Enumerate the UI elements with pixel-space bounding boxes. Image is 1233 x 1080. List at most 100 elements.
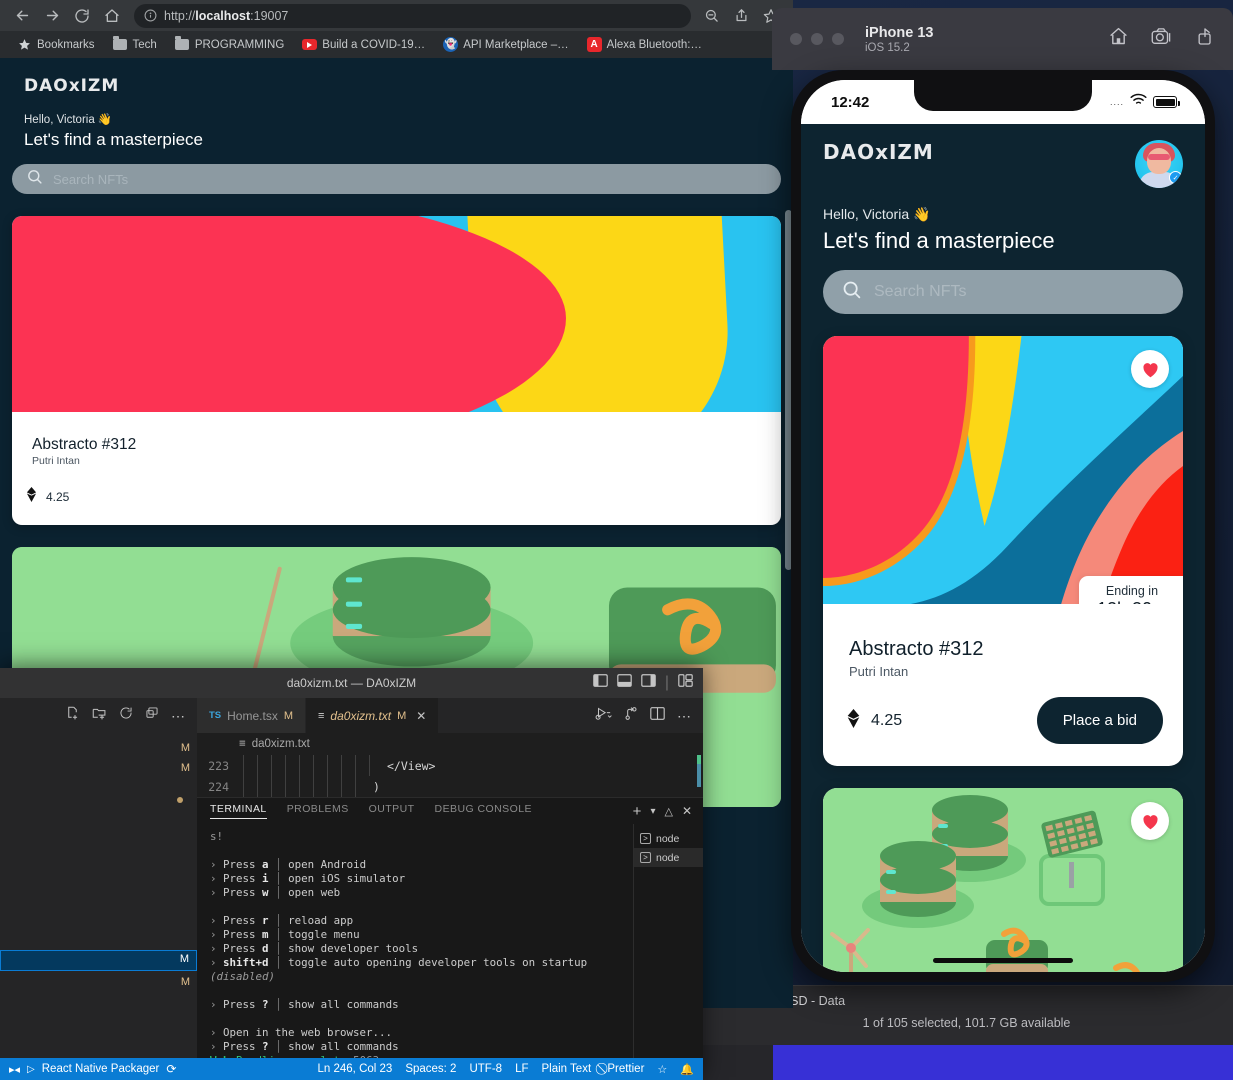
- window-zoom-button[interactable]: [832, 33, 844, 45]
- home-indicator[interactable]: [933, 958, 1073, 963]
- editor-tab-home-tsx[interactable]: TS Home.tsx M: [197, 698, 306, 733]
- terminal-output[interactable]: s! › Press a │ open Android › Press i │ …: [197, 824, 633, 1058]
- site-info-icon[interactable]: [144, 9, 157, 22]
- app-search-input[interactable]: Search NFTs: [823, 270, 1183, 314]
- refresh-explorer-icon[interactable]: [119, 706, 133, 725]
- collapse-folders-icon[interactable]: [145, 706, 159, 725]
- bookmark-item[interactable]: 👻 API Marketplace –…: [436, 34, 575, 55]
- split-editor-icon[interactable]: [650, 706, 665, 725]
- web-nft-price-row: 4.25: [12, 473, 781, 525]
- avatar[interactable]: ✓: [1135, 140, 1183, 188]
- nft-card-abstracto[interactable]: Ending in 12h 30m Abstracto #312 Putri I…: [823, 336, 1183, 766]
- reload-icon[interactable]: [68, 2, 96, 30]
- text-file-icon: ≡: [318, 709, 325, 722]
- bookmark-item[interactable]: Tech: [106, 34, 164, 55]
- zoom-out-icon[interactable]: [697, 2, 725, 30]
- bookmark-item[interactable]: PROGRAMMING: [168, 34, 291, 55]
- bookmark-item[interactable]: A Alexa Bluetooth:…: [580, 34, 709, 55]
- star-icon: [17, 37, 32, 52]
- tab-label: Home.tsx: [227, 708, 278, 723]
- status-formatter[interactable]: ⃠ Prettier: [604, 1063, 644, 1076]
- simulator-title-group: iPhone 13 iOS 15.2: [865, 25, 934, 54]
- window-close-button[interactable]: [790, 33, 802, 45]
- close-panel-icon[interactable]: ✕: [682, 804, 692, 818]
- code-text: </View>: [387, 758, 436, 773]
- favorite-heart-button[interactable]: [1131, 350, 1169, 388]
- toggle-primary-sidebar-icon[interactable]: [593, 674, 608, 692]
- terminal-icon: >: [640, 833, 651, 844]
- chevron-down-icon[interactable]: ▾: [650, 806, 655, 817]
- bookmark-item[interactable]: Bookmarks: [10, 34, 102, 55]
- terminal-desc: show all commands: [288, 1040, 399, 1053]
- new-folder-icon[interactable]: [92, 706, 107, 726]
- sync-icon[interactable]: ⟳: [166, 1062, 176, 1076]
- vscode-window-title: da0xizm.txt — DA0xIZM: [286, 676, 417, 690]
- home-icon[interactable]: [98, 2, 126, 30]
- terminal-desc: show all commands: [288, 998, 399, 1011]
- web-search-input[interactable]: Search NFTs: [12, 164, 781, 194]
- panel-tab-terminal[interactable]: TERMINAL: [210, 803, 267, 819]
- screenshot-icon[interactable]: [1151, 26, 1173, 52]
- place-a-bid-button[interactable]: Place a bid: [1036, 697, 1163, 744]
- code-editor[interactable]: 223 </View> 224 ): [197, 755, 703, 797]
- terminal-key: a: [262, 858, 269, 871]
- more-actions-icon[interactable]: ⋯: [677, 709, 691, 723]
- panel-tab-debug-console[interactable]: DEBUG CONSOLE: [435, 803, 532, 819]
- feedback-icon[interactable]: ☆: [657, 1063, 667, 1076]
- terminal-instance[interactable]: > node: [634, 829, 703, 848]
- web-headline: Let's find a masterpiece: [24, 130, 204, 149]
- close-icon[interactable]: ✕: [416, 709, 426, 723]
- terminal-desc: toggle auto opening developer tools on s…: [288, 956, 594, 969]
- status-eol[interactable]: LF: [515, 1063, 528, 1075]
- auction-ending-badge: Ending in 12h 30m: [1078, 576, 1183, 604]
- customize-layout-icon[interactable]: [678, 674, 693, 692]
- explorer-selected-row[interactable]: M: [0, 950, 197, 971]
- status-packager[interactable]: React Native Packager: [42, 1063, 160, 1075]
- panel-tab-output[interactable]: OUTPUT: [369, 803, 415, 819]
- editor-actions: ⋯: [583, 698, 703, 733]
- new-terminal-icon[interactable]: +: [633, 803, 642, 820]
- breadcrumb[interactable]: ≡ da0xizm.txt: [197, 733, 703, 755]
- nft-meta: Abstracto #312 Putri Intan: [823, 604, 1183, 679]
- address-bar[interactable]: http://localhost:19007: [134, 3, 691, 28]
- status-language-mode[interactable]: Plain Text: [541, 1063, 591, 1075]
- status-right: Ln 246, Col 23 Spaces: 2 UTF-8 LF Plain …: [318, 1063, 695, 1076]
- share-icon[interactable]: [727, 2, 755, 30]
- remote-icon[interactable]: ▸◂: [9, 1063, 20, 1076]
- simulator-toolbar-actions: [1108, 26, 1215, 52]
- web-logo-text: DAOxIZM: [24, 76, 120, 96]
- notch: [914, 80, 1092, 111]
- more-actions-icon[interactable]: ⋯: [171, 709, 185, 723]
- bookmark-item[interactable]: Build a COVID-19…: [295, 34, 432, 55]
- panel-actions: + ▾ △ ✕: [633, 803, 703, 820]
- home-icon[interactable]: [1108, 26, 1129, 52]
- bell-icon[interactable]: 🔔: [680, 1063, 694, 1076]
- back-arrow-icon[interactable]: [8, 2, 36, 30]
- share-icon[interactable]: [1195, 26, 1215, 52]
- explorer-modified-flag: M: [180, 762, 190, 774]
- terminal-key: ?: [262, 1040, 269, 1053]
- vscode-window: da0xizm.txt — DA0xIZM | ⋯ M M M M TS Hom…: [0, 668, 703, 1080]
- new-file-icon[interactable]: [65, 706, 80, 726]
- run-task-icon[interactable]: ▷: [27, 1064, 35, 1075]
- status-indentation[interactable]: Spaces: 2: [405, 1063, 456, 1075]
- terminal-head: s!: [210, 830, 224, 843]
- code-line: 224 ): [197, 776, 703, 797]
- forward-arrow-icon[interactable]: [38, 2, 66, 30]
- toggle-secondary-sidebar-icon[interactable]: [641, 674, 656, 692]
- favorite-heart-button[interactable]: [1131, 802, 1169, 840]
- status-encoding[interactable]: UTF-8: [469, 1063, 502, 1075]
- nft-card-green[interactable]: [823, 788, 1183, 972]
- editor-tab-da0xizm-txt[interactable]: ≡ da0xizm.txt M ✕: [306, 698, 440, 733]
- maximize-panel-icon[interactable]: △: [664, 805, 672, 818]
- split-source-control-icon[interactable]: [624, 706, 638, 726]
- vscode-panel: TERMINAL PROBLEMS OUTPUT DEBUG CONSOLE +…: [197, 797, 703, 1058]
- explorer-modified-flag: M: [179, 953, 189, 965]
- window-minimize-button[interactable]: [811, 33, 823, 45]
- status-cursor-position[interactable]: Ln 246, Col 23: [318, 1063, 393, 1075]
- web-nft-card[interactable]: Abstracto #312 Putri Intan 4.25: [12, 216, 781, 525]
- panel-tab-problems[interactable]: PROBLEMS: [287, 803, 349, 819]
- terminal-instance[interactable]: > node: [634, 848, 703, 867]
- run-and-debug-icon[interactable]: [595, 706, 612, 726]
- toggle-panel-icon[interactable]: [617, 674, 632, 692]
